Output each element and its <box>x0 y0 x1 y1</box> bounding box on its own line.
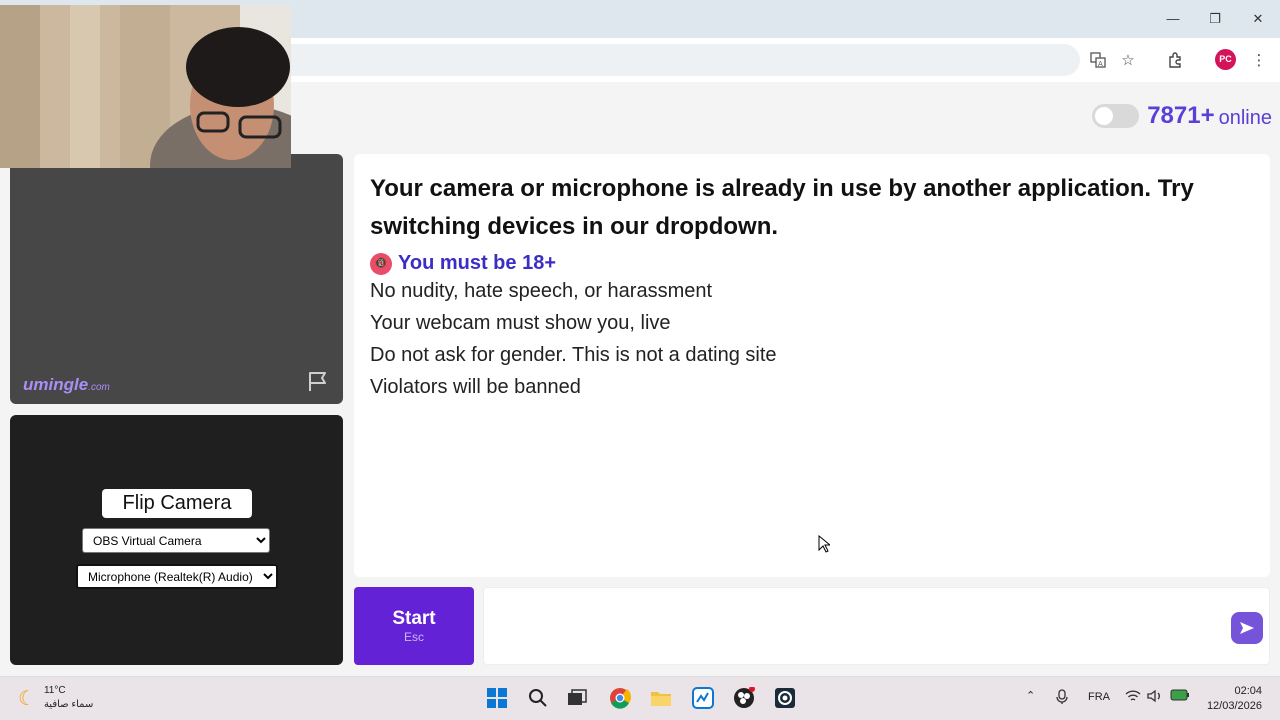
rule-item: Violators will be banned <box>370 376 581 398</box>
clock-time: 02:04 <box>1234 685 1262 697</box>
menu-kebab-icon[interactable]: ⋮ <box>1249 50 1269 70</box>
report-flag-icon[interactable] <box>307 370 331 392</box>
flip-camera-button[interactable]: Flip Camera <box>102 489 252 518</box>
search-icon[interactable] <box>525 685 551 711</box>
webcam-overlay <box>0 5 291 168</box>
camera-select[interactable]: OBS Virtual Camera <box>82 528 270 553</box>
language-indicator[interactable]: FRA <box>1088 691 1110 703</box>
send-button[interactable] <box>1231 612 1263 644</box>
age-18-icon: 🔞 <box>370 252 392 275</box>
system-clock[interactable]: 02:04 12/03/2026 <box>1207 684 1262 714</box>
profile-avatar[interactable]: PC <box>1215 49 1236 70</box>
weather-temp: 11°C <box>43 685 66 696</box>
extensions-icon[interactable] <box>1165 50 1185 70</box>
microphone-select[interactable]: Microphone (Realtek(R) Audio) <box>76 564 278 589</box>
task-view-icon[interactable] <box>564 685 590 711</box>
chat-panel: Your camera or microphone is already in … <box>354 154 1270 577</box>
wifi-icon[interactable] <box>1125 689 1141 706</box>
bookmark-star-icon[interactable]: ☆ <box>1118 50 1138 70</box>
close-icon[interactable]: ✕ <box>1245 8 1271 30</box>
start-button[interactable]: Start Esc <box>354 587 474 665</box>
file-explorer-icon[interactable] <box>648 685 674 711</box>
umingle-logo: umingle.com <box>23 375 110 394</box>
minimize-icon[interactable]: — <box>1160 8 1186 30</box>
obs-studio-icon[interactable] <box>731 685 757 711</box>
start-shortcut: Esc <box>403 630 424 644</box>
svg-text:A: A <box>1098 60 1103 68</box>
device-error-message: Your camera or microphone is already in … <box>370 175 1194 240</box>
online-indicator: 7871+ online <box>1092 102 1272 130</box>
stranger-video-panel: umingle.com <box>10 154 343 404</box>
microphone-icon[interactable] <box>1056 689 1068 708</box>
rule-item: Your webcam must show you, live <box>370 312 671 334</box>
rule-item: Do not ask for gender. This is not a dat… <box>370 344 777 366</box>
weather-widget[interactable]: ☾ 11°C سماء صافية <box>18 684 93 712</box>
tray-overflow-chevron-icon[interactable]: ⌃ <box>1026 689 1035 702</box>
message-input[interactable] <box>483 587 1270 665</box>
send-arrow-icon <box>1240 622 1254 634</box>
restore-icon[interactable]: ❐ <box>1202 8 1228 30</box>
online-count: 7871+ <box>1147 102 1215 129</box>
address-bar[interactable] <box>260 44 1080 76</box>
start-label: Start <box>392 608 436 629</box>
whiteboard-app-icon[interactable] <box>690 685 716 711</box>
self-video-panel: Flip Camera OBS Virtual Camera Microphon… <box>10 415 343 665</box>
toggle-knob <box>1095 107 1114 125</box>
camera-app-icon[interactable] <box>772 685 798 711</box>
volume-icon[interactable] <box>1147 689 1163 706</box>
age-notice-text: You must be 18+ <box>398 252 557 274</box>
rule-item: No nudity, hate speech, or harassment <box>370 280 713 302</box>
online-label: online <box>1218 106 1272 129</box>
windows-start-icon[interactable] <box>484 685 510 711</box>
age-notice: 🔞 You must be 18+ <box>370 252 1254 275</box>
weather-desc: سماء صافية <box>43 699 94 710</box>
page-content: 7871+ online umingle.com Flip Camera OBS… <box>0 82 1280 676</box>
moon-icon: ☾ <box>18 687 36 710</box>
windows-taskbar: ☾ 11°C سماء صافية ⌃ FRA 02:04 12/03/2026 <box>0 676 1280 720</box>
translate-icon[interactable]: A <box>1088 50 1108 70</box>
toggle-switch[interactable] <box>1092 104 1140 128</box>
mouse-cursor-icon <box>818 535 830 553</box>
clock-date: 12/03/2026 <box>1206 700 1262 712</box>
chrome-icon[interactable] <box>607 685 633 711</box>
battery-icon[interactable] <box>1170 689 1190 704</box>
